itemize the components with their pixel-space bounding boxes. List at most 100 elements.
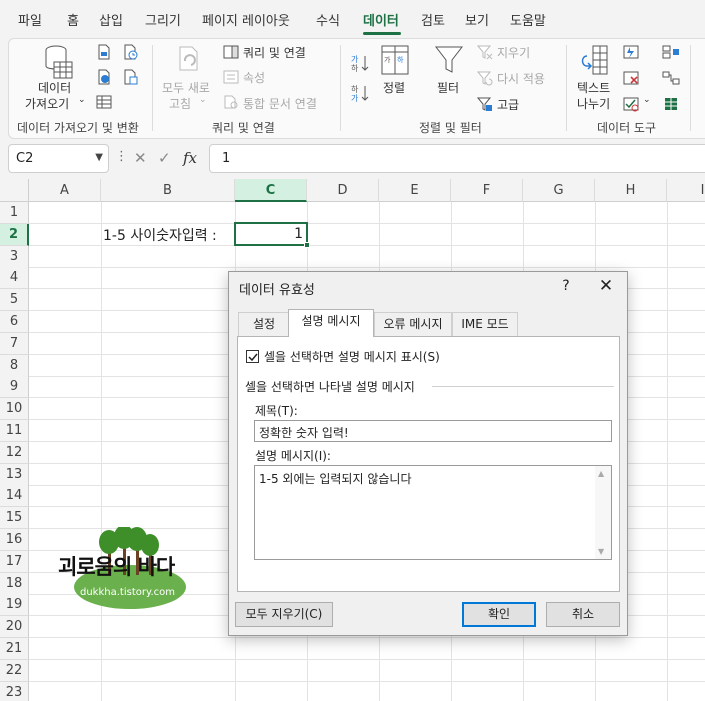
row-header-21[interactable]: 21 [0, 638, 29, 660]
clear-all-button[interactable]: 모두 지우기(C) [235, 602, 333, 627]
message-textarea[interactable]: 1-5 외에는 입력되지 않습니다 ▲ ▼ [254, 465, 612, 560]
column-header-h[interactable]: H [595, 179, 667, 202]
row-header-3[interactable]: 3 [0, 245, 29, 268]
sort-dialog-icon: 가하 [381, 45, 409, 75]
menu-tab-review[interactable]: 검토 [421, 10, 445, 29]
name-box[interactable]: C2 ▼ [8, 144, 109, 173]
row-header-5[interactable]: 5 [0, 289, 29, 312]
column-header-i[interactable]: I [667, 179, 705, 202]
flash-fill-icon[interactable] [622, 44, 640, 60]
row-header-22[interactable]: 22 [0, 659, 29, 682]
menu-tab-help[interactable]: 도움말 [510, 10, 546, 29]
grid-line-horizontal [29, 680, 705, 682]
title-input[interactable]: 정확한 숫자 입력! [254, 420, 612, 442]
row-header-16[interactable]: 16 [0, 529, 29, 551]
data-validation-icon[interactable] [622, 96, 640, 112]
row-header-7[interactable]: 7 [0, 332, 29, 355]
input-message-panel: 셀을 선택하면 설명 메시지 표시(S) 셀을 선택하면 나타낼 설명 메시지 … [237, 336, 620, 592]
row-header-9[interactable]: 9 [0, 376, 29, 399]
menu-tab-data[interactable]: 데이터 [363, 10, 399, 29]
from-table-range-icon[interactable] [96, 94, 112, 110]
column-header-d[interactable]: D [307, 179, 379, 202]
section-label: 셀을 선택하면 나타낼 설명 메시지 [245, 380, 415, 394]
cancel-icon[interactable]: ✕ [134, 149, 147, 167]
menu-tab-view[interactable]: 보기 [465, 10, 489, 29]
remove-duplicates-icon[interactable] [622, 70, 640, 86]
row-header-10[interactable]: 10 [0, 398, 29, 421]
column-header-b[interactable]: B [101, 179, 235, 202]
menu-tab-formulas[interactable]: 수식 [316, 10, 340, 29]
sort-a-to-z-icon[interactable]: 가하 [350, 53, 370, 73]
tab-input-message[interactable]: 설명 메시지 [288, 309, 374, 337]
column-header-f[interactable]: F [451, 179, 523, 202]
menu-tab-page-layout[interactable]: 페이지 레이아웃 [202, 10, 290, 29]
tab-ime-mode[interactable]: IME 모드 [452, 312, 518, 336]
grid-line-horizontal [29, 223, 705, 224]
menu-tab-home[interactable]: 홈 [67, 10, 79, 29]
row-header-6[interactable]: 6 [0, 311, 29, 333]
menu-tab-insert[interactable]: 삽입 [99, 10, 123, 29]
existing-connections-icon[interactable] [122, 69, 138, 85]
select-all-corner[interactable] [0, 179, 29, 202]
row-header-8[interactable]: 8 [0, 354, 29, 377]
row-header-11[interactable]: 11 [0, 420, 29, 442]
enter-icon[interactable]: ✓ [158, 149, 171, 167]
tab-error-alert[interactable]: 오류 메시지 [374, 312, 452, 336]
consolidate-icon[interactable] [662, 44, 680, 60]
menu-tab-draw[interactable]: 그리기 [145, 10, 181, 29]
row-header-1[interactable]: 1 [0, 202, 29, 224]
cell-b2[interactable]: 1-5 사이숫자입력 : [103, 225, 217, 245]
formula-input[interactable]: 1 [209, 144, 705, 173]
row-header-19[interactable]: 19 [0, 594, 29, 617]
row-header-20[interactable]: 20 [0, 616, 29, 639]
refresh-all-label: 모두 새로 [162, 81, 210, 95]
row-header-12[interactable]: 12 [0, 441, 29, 464]
row-header-17[interactable]: 17 [0, 550, 29, 573]
close-button[interactable]: ✕ [594, 276, 618, 296]
from-web-icon[interactable] [96, 69, 112, 85]
active-cell-c2[interactable]: 1 [234, 222, 310, 248]
from-text-csv-icon[interactable] [96, 44, 112, 60]
row-header-15[interactable]: 15 [0, 507, 29, 530]
group-separator [152, 45, 153, 131]
filter-funnel-icon [434, 46, 464, 73]
properties-label: 속성 [243, 71, 266, 85]
row-header-18[interactable]: 18 [0, 572, 29, 595]
insert-function-icon[interactable]: fx [183, 149, 197, 167]
advanced-filter-icon [477, 97, 492, 111]
relationships-icon[interactable] [662, 70, 680, 86]
tab-settings[interactable]: 설정 [238, 312, 290, 336]
scroll-up-icon[interactable]: ▲ [598, 469, 604, 478]
menu-bar: 파일 홈 삽입 그리기 페이지 레이아웃 수식 데이터 검토 보기 도움말 [0, 0, 705, 38]
get-data-label-2: 가져오기 [25, 97, 70, 111]
edit-links-label: 통합 문서 연결 [243, 97, 317, 111]
formula-bar: C2 ▼ ⋮ ✕ ✓ fx 1 [0, 139, 705, 179]
cancel-button[interactable]: 취소 [546, 602, 620, 627]
row-header-14[interactable]: 14 [0, 485, 29, 508]
data-model-icon[interactable] [662, 96, 680, 112]
fill-handle[interactable] [304, 242, 310, 248]
help-button[interactable]: ? [556, 278, 576, 294]
row-header-23[interactable]: 23 [0, 681, 29, 701]
column-header-e[interactable]: E [379, 179, 451, 202]
chevron-down-icon[interactable]: ▼ [95, 152, 103, 163]
textarea-scrollbar[interactable]: ▲ ▼ [595, 466, 611, 559]
row-header-13[interactable]: 13 [0, 463, 29, 486]
show-message-label[interactable]: 셀을 선택하면 설명 메시지 표시(S) [264, 348, 440, 365]
name-box-value: C2 [16, 151, 34, 166]
show-message-checkbox[interactable] [246, 350, 259, 363]
column-header-c[interactable]: C [235, 179, 307, 202]
watermark-url: dukkha.tistory.com [80, 587, 175, 598]
column-header-a[interactable]: A [29, 179, 101, 202]
menu-tab-file[interactable]: 파일 [18, 10, 42, 29]
text-to-columns-label-2: 나누기 [577, 97, 611, 111]
ok-button[interactable]: 확인 [462, 602, 536, 627]
column-header-g[interactable]: G [523, 179, 595, 202]
scroll-down-icon[interactable]: ▼ [598, 547, 604, 556]
sort-z-to-a-icon[interactable]: 하가 [350, 83, 370, 103]
row-header-2[interactable]: 2 [0, 223, 29, 246]
recent-sources-icon[interactable] [122, 44, 138, 60]
row-header-4[interactable]: 4 [0, 267, 29, 290]
watermark-title: 괴로움의 바다 [58, 555, 175, 579]
database-icon [45, 45, 73, 79]
